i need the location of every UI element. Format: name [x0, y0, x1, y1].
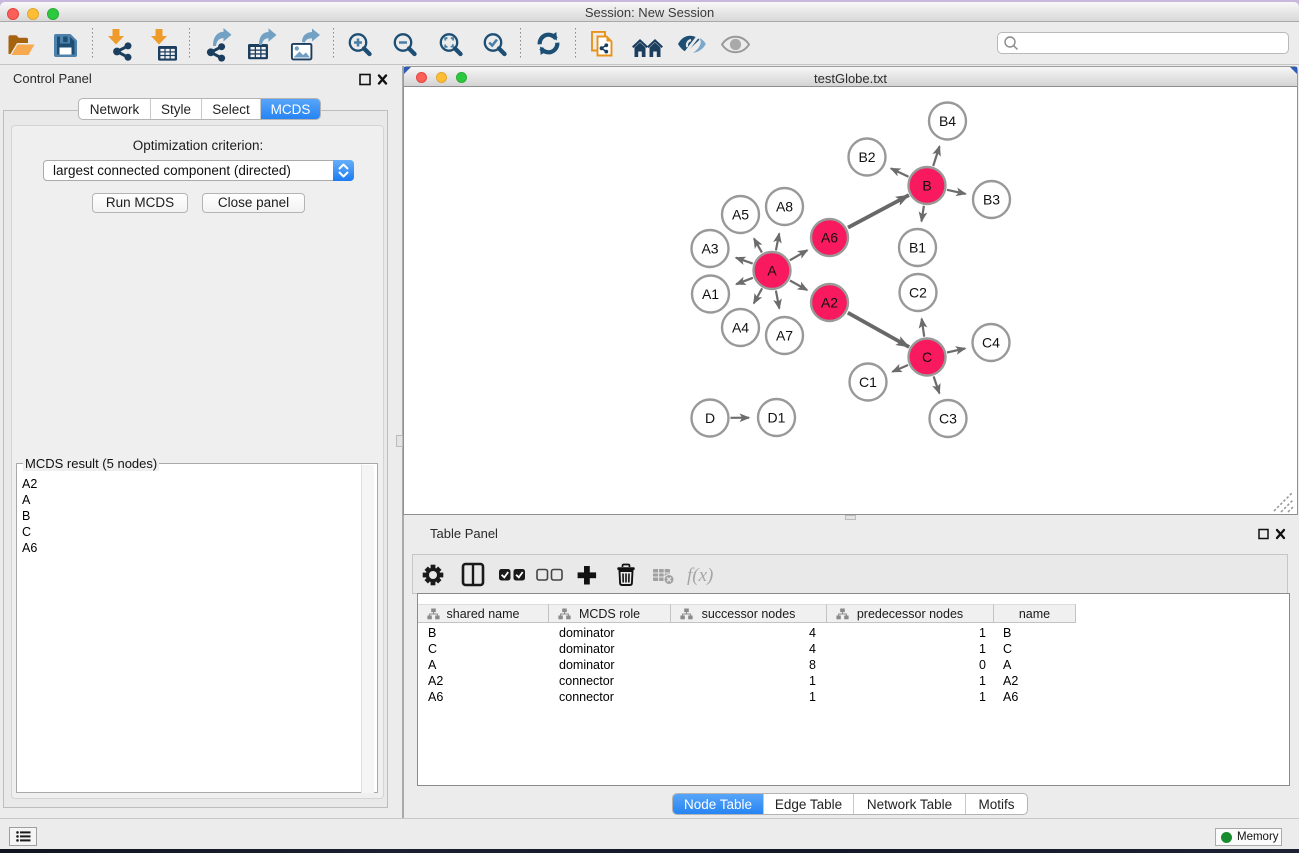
- svg-text:B: B: [922, 177, 931, 193]
- svg-text:f(x): f(x): [687, 565, 713, 586]
- svg-text:A5: A5: [732, 206, 749, 222]
- svg-text:D1: D1: [768, 409, 786, 425]
- svg-text:A8: A8: [776, 198, 793, 214]
- svg-text:C1: C1: [859, 374, 877, 390]
- svg-text:A: A: [767, 262, 777, 278]
- svg-text:D: D: [705, 410, 715, 426]
- svg-text:A3: A3: [701, 240, 718, 256]
- svg-text:B4: B4: [939, 113, 956, 129]
- svg-text:C2: C2: [909, 284, 927, 300]
- svg-text:B3: B3: [983, 191, 1000, 207]
- svg-text:A7: A7: [776, 327, 793, 343]
- svg-text:C3: C3: [939, 410, 957, 426]
- svg-text:A2: A2: [821, 294, 838, 310]
- svg-text:A1: A1: [702, 286, 719, 302]
- svg-text:C4: C4: [982, 334, 1000, 350]
- svg-text:B2: B2: [858, 149, 875, 165]
- svg-text:C: C: [922, 349, 932, 365]
- svg-text:B1: B1: [909, 239, 926, 255]
- svg-text:A4: A4: [732, 319, 749, 335]
- svg-text:A6: A6: [821, 229, 838, 245]
